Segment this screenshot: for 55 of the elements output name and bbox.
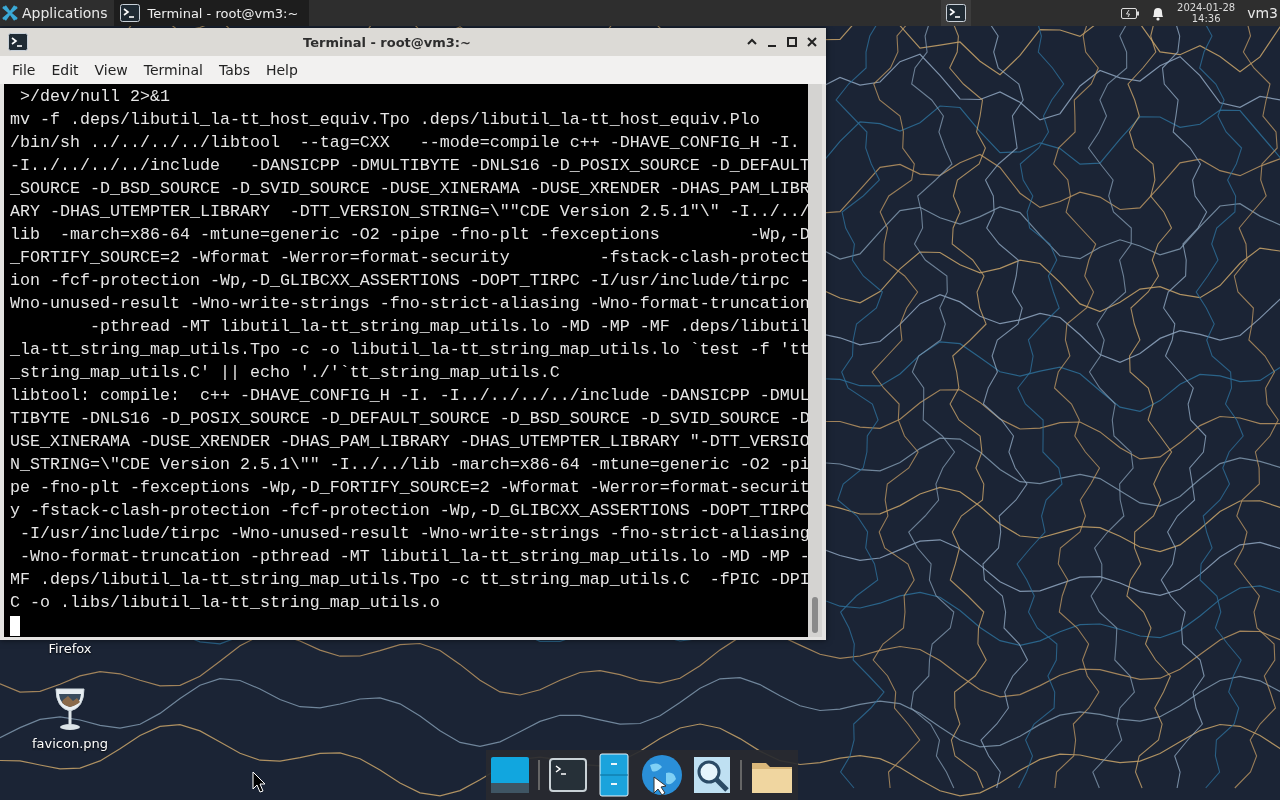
terminal-icon[interactable] — [946, 4, 967, 22]
clock-date: 2024-01-28 — [1177, 2, 1236, 13]
menu-item[interactable]: Edit — [43, 62, 87, 78]
maximize-button[interactable] — [786, 36, 798, 48]
terminal-line: -pthread -MT libutil_la-tt_string_map_utils.lo -MD -MP -MF .deps/libutil — [88, 316, 808, 338]
menu-item[interactable]: Help — [257, 62, 306, 78]
close-button[interactable] — [806, 36, 818, 48]
menu-item[interactable]: File — [4, 62, 44, 78]
terminal-icon[interactable] — [8, 33, 28, 51]
xfce-logo-icon[interactable] — [2, 5, 18, 21]
window-title: Terminal - root@vm3:~ — [302, 34, 472, 50]
terminal-line: pe -fno-plt -fexceptions -Wp,-D_FORTIFY_SOURCE=2 -Wformat -Werror=format-securit — [10, 477, 808, 499]
terminal-line: /bin/sh ../../../../libtool --tag=CXX --mode=compile c++ -DHAVE_CONFIG_H -I. — [10, 132, 800, 154]
desktop-icon-label[interactable]: Firefox — [48, 641, 92, 656]
terminal-line: -I/usr/include/tirpc -Wno-unused-result -Wno-write-strings -fno-strict-aliasing — [19, 523, 808, 545]
terminal-line: N_STRING=\"CDE Version 2.5.1\"" -I../../lib -march=x86-64 -mtune=generic -O2 -pi — [10, 454, 808, 476]
desktop-icon-label[interactable]: favicon.png — [31, 736, 109, 751]
goblet-icon[interactable] — [53, 686, 87, 732]
terminal-line: lib -march=x86-64 -mtune=generic -O2 -pipe -fno-plt -fexceptions -Wp,-D — [10, 224, 808, 246]
terminal-line: _string_map_utils.C' || echo './'`tt_string_map_utils.C — [10, 362, 560, 384]
terminal-line: >/dev/null 2>&1 — [19, 86, 170, 108]
bell-icon[interactable] — [1151, 5, 1166, 21]
terminal-area[interactable] — [4, 84, 808, 637]
workspace-switcher[interactable] — [941, 0, 972, 26]
applications-menu[interactable]: Applications — [22, 5, 108, 21]
terminal-icon[interactable] — [119, 4, 140, 22]
mouse-pointer-icon — [252, 771, 266, 793]
search-icon[interactable] — [692, 755, 732, 795]
scrollbar[interactable] — [808, 84, 822, 637]
clock-time: 14:36 — [1191, 13, 1221, 24]
terminal-line: C -o .libs/libutil_la-tt_string_map_utils.o — [10, 592, 440, 614]
terminal-line: -Wno-format-truncation -pthread -MT libutil_la-tt_string_map_utils.lo -MD -MP - — [19, 546, 808, 568]
terminal-line: USE_XINERAMA -DUSE_XRENDER -DHAS_PAM_LIBRARY -DHAS_UTEMPTER_LIBRARY "-DTT_VERSIO — [10, 431, 808, 453]
menu-item[interactable]: Terminal — [135, 62, 211, 78]
terminal-line: TIBYTE -DNLS16 -D_POSIX_SOURCE -D_DEFAULT_SOURCE -D_BSD_SOURCE -D_SVID_SOURCE -D — [10, 408, 808, 430]
terminal-line: Wno-unused-result -Wno-write-strings -fno-strict-aliasing -Wno-format-truncation — [10, 293, 808, 315]
battery-icon[interactable] — [1121, 7, 1140, 19]
terminal-line: ion -fcf-protection -Wp,-D_GLIBCXX_ASSERTIONS -DOPT_TIRPC -I/usr/include/tirpc - — [10, 270, 808, 292]
clock[interactable]: 2024-01-28 14:36 — [1177, 2, 1236, 24]
globe-icon[interactable] — [640, 753, 684, 797]
terminal-line: MF .deps/libutil_la-tt_string_map_utils.Tpo -c tt_string_map_utils.C -fPIC -DPI — [10, 569, 808, 591]
terminal-line: _la-tt_string_map_utils.Tpo -c -o libutil_la-tt_string_map_utils.lo `test -f 'tt — [10, 339, 808, 361]
user-name[interactable]: vm3 — [1247, 5, 1278, 21]
terminal-line: ARY -DHAS_UTEMPTER_LIBRARY -DTT_VERSION_STRING=\""CDE Version 2.5.1"\" -I../../ — [10, 201, 808, 223]
show-desktop-icon[interactable] — [490, 755, 530, 795]
menu-item[interactable]: View — [86, 62, 136, 78]
taskbar-button[interactable]: Terminal - root@vm3:~ — [113, 0, 309, 26]
text-cursor — [10, 616, 20, 636]
scrollbar-thumb[interactable] — [812, 597, 818, 633]
menu-item[interactable]: Tabs — [210, 62, 258, 78]
terminal-line: libtool: compile: c++ -DHAVE_CONFIG_H -I. -I../../../../include -DANSICPP -DMUL — [10, 385, 808, 407]
terminal-line: _FORTIFY_SOURCE=2 -Wformat -Werror=format-security -fstack-clash-protect — [10, 247, 808, 269]
terminal-icon[interactable] — [548, 755, 588, 795]
terminal-line: mv -f .deps/libutil_la-tt_host_equiv.Tpo .deps/libutil_la-tt_host_equiv.Plo — [10, 109, 760, 131]
file-cabinet-icon[interactable] — [596, 753, 632, 797]
